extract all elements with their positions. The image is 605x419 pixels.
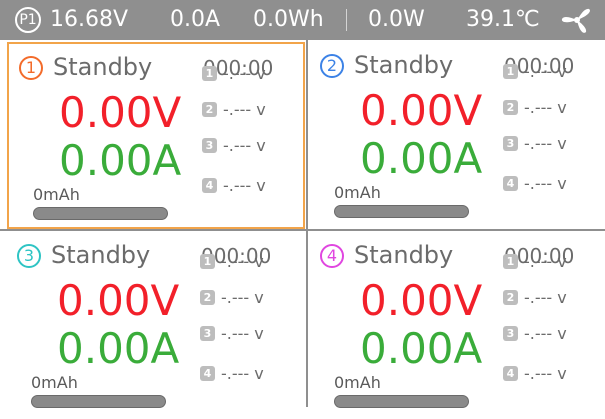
cell-voltage-row: 2 -.--- v <box>200 286 264 308</box>
energy-total: 0.0Wh <box>253 7 324 32</box>
channel-state: Standby <box>53 53 153 81</box>
cell-voltage-row: 2 -.--- v <box>503 286 567 308</box>
cell-voltage-row: 4 -.--- v <box>503 362 567 384</box>
capacity-progress-bar <box>31 395 166 408</box>
cell-voltage-row: 3 -.--- v <box>202 134 266 156</box>
input-voltage: 16.68V <box>50 7 129 32</box>
cell-voltage-row: 4 -.--- v <box>202 174 266 196</box>
cell-voltage: -.--- v <box>524 97 567 117</box>
cell-voltage: -.--- v <box>221 287 264 307</box>
channel-state: Standby <box>354 51 454 79</box>
channel-capacity: 0mAh <box>31 373 78 392</box>
channel-capacity: 0mAh <box>334 183 381 202</box>
cell-index-badge: 4 <box>503 365 518 381</box>
vertical-divider <box>306 40 308 407</box>
cell-index-badge: 4 <box>503 175 518 191</box>
cell-voltage-row: 2 -.--- v <box>503 96 567 118</box>
channel-current: 0.00A <box>360 134 483 183</box>
cell-index-badge: 3 <box>200 325 215 341</box>
channel-capacity: 0mAh <box>33 185 80 204</box>
cell-voltage-row: 4 -.--- v <box>200 362 264 384</box>
channel-state: Standby <box>354 241 454 269</box>
cell-index-badge: 1 <box>202 65 217 81</box>
cell-index-badge: 1 <box>503 63 518 79</box>
channel-panel-3[interactable]: 3 Standby 000:00 0.00V 0.00A 0mAh 1 -.---… <box>7 232 305 419</box>
cell-index-badge: 2 <box>200 289 215 305</box>
channel-state: Standby <box>51 241 151 269</box>
channel-number-1: 1 <box>19 56 43 80</box>
horizontal-divider <box>0 229 605 231</box>
cell-voltage-row: 3 -.--- v <box>503 132 567 154</box>
channel-current: 0.00A <box>57 324 180 373</box>
profile-badge[interactable]: P1 <box>15 7 41 33</box>
status-bar: P1 16.68V 0.0A 0.0Wh 0.0W 39.1℃ <box>0 0 605 40</box>
capacity-progress-bar <box>33 207 168 220</box>
cell-voltage: -.--- v <box>223 135 266 155</box>
cell-voltage: -.--- v <box>524 287 567 307</box>
cell-index-badge: 1 <box>200 253 215 269</box>
temperature: 39.1℃ <box>466 7 540 32</box>
cell-voltage: -.--- v <box>524 363 567 383</box>
cell-voltage: -.--- v <box>221 251 264 271</box>
cell-voltage: -.--- v <box>223 175 266 195</box>
cell-index-badge: 4 <box>200 365 215 381</box>
cell-voltage: -.--- v <box>524 133 567 153</box>
channel-voltage: 0.00V <box>57 276 180 325</box>
cell-voltage-row: 1 -.--- v <box>202 62 266 84</box>
channel-current: 0.00A <box>360 324 483 373</box>
cell-voltage: -.--- v <box>524 323 567 343</box>
cell-voltage: -.--- v <box>524 251 567 271</box>
channel-number-2: 2 <box>320 54 344 78</box>
channel-voltage: 0.00V <box>59 88 182 137</box>
power-total: 0.0W <box>368 7 425 32</box>
channel-panel-2[interactable]: 2 Standby 000:00 0.00V 0.00A 0mAh 1 -.---… <box>310 42 605 229</box>
capacity-progress-bar <box>334 205 469 218</box>
cell-voltage: -.--- v <box>223 63 266 83</box>
cell-voltage: -.--- v <box>221 363 264 383</box>
fan-icon <box>561 8 590 33</box>
channel-capacity: 0mAh <box>334 373 381 392</box>
status-divider <box>346 9 347 31</box>
cell-voltage: -.--- v <box>524 61 567 81</box>
cell-voltage-row: 1 -.--- v <box>503 250 567 272</box>
cell-index-badge: 3 <box>503 325 518 341</box>
cell-voltage-row: 4 -.--- v <box>503 172 567 194</box>
cell-voltage: -.--- v <box>524 173 567 193</box>
cell-voltage: -.--- v <box>223 99 266 119</box>
cell-voltage-row: 3 -.--- v <box>200 322 264 344</box>
cell-index-badge: 3 <box>503 135 518 151</box>
cell-index-badge: 2 <box>503 289 518 305</box>
cell-voltage-row: 3 -.--- v <box>503 322 567 344</box>
cell-index-badge: 2 <box>503 99 518 115</box>
cell-voltage-row: 1 -.--- v <box>503 60 567 82</box>
channel-voltage: 0.00V <box>360 276 483 325</box>
channel-voltage: 0.00V <box>360 86 483 135</box>
channel-number-3: 3 <box>17 244 41 268</box>
channel-number-4: 4 <box>320 244 344 268</box>
channel-current: 0.00A <box>59 136 182 185</box>
cell-index-badge: 2 <box>202 101 217 117</box>
channel-panel-4[interactable]: 4 Standby 000:00 0.00V 0.00A 0mAh 1 -.---… <box>310 232 605 419</box>
input-current: 0.0A <box>170 7 221 32</box>
cell-index-badge: 3 <box>202 137 217 153</box>
cell-voltage-row: 1 -.--- v <box>200 250 264 272</box>
cell-voltage-row: 2 -.--- v <box>202 98 266 120</box>
channel-panel-1[interactable]: 1 Standby 000:00 0.00V 0.00A 0mAh 1 -.---… <box>7 42 305 229</box>
cell-index-badge: 4 <box>202 177 217 193</box>
cell-index-badge: 1 <box>503 253 518 269</box>
capacity-progress-bar <box>334 395 469 408</box>
cell-voltage: -.--- v <box>221 323 264 343</box>
